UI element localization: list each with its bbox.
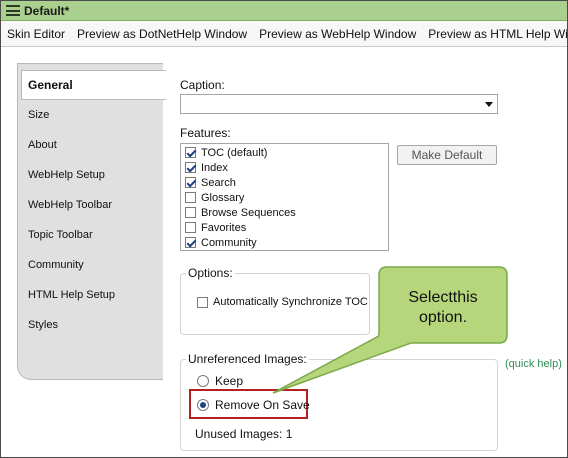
callout-line-2: option. [418, 309, 468, 326]
callout-line-1: Selectthis [408, 289, 478, 306]
skin-editor-window: Default* Skin Editor Preview as DotNetHe… [0, 0, 568, 458]
callout-bubble [272, 266, 508, 394]
callout-text: Selectthis option. [383, 288, 503, 328]
